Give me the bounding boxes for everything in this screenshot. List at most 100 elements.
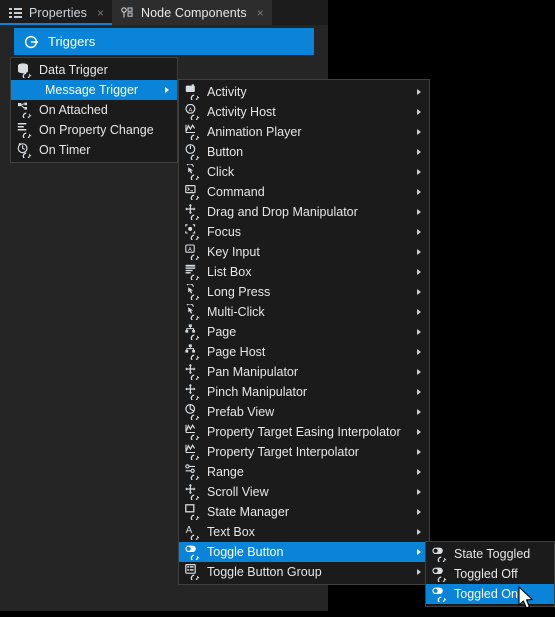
trigger-menu-item[interactable]: Message Trigger (11, 80, 177, 100)
chevron-right-icon (417, 169, 421, 175)
close-icon[interactable]: × (257, 7, 264, 19)
message-trigger-menu-item[interactable]: Toggle Button (179, 542, 429, 562)
chevron-right-icon (417, 449, 421, 455)
chevron-right-icon (417, 189, 421, 195)
svg-text:A: A (188, 247, 192, 253)
page-icon (185, 344, 201, 360)
tab-node-components-label: Node Components (141, 5, 247, 20)
list-box-icon (185, 264, 201, 280)
message-trigger-menu-item-label: Prefab View (207, 405, 275, 419)
message-trigger-menu-item[interactable]: Command (179, 182, 429, 202)
tab-active-underline (0, 23, 112, 25)
manipulator-icon (185, 204, 201, 220)
message-trigger-menu-item[interactable]: Page (179, 322, 429, 342)
trigger-menu-item-label: On Property Change (39, 123, 154, 137)
page-icon (185, 324, 201, 340)
message-trigger-menu-item-label: Scroll View (207, 485, 269, 499)
toggle-button-menu-item[interactable]: Toggled Off (426, 564, 554, 584)
message-trigger-menu-item[interactable]: Activity (179, 82, 429, 102)
message-trigger-menu-item-label: Page Host (207, 345, 266, 359)
message-trigger-menu-item[interactable]: Toggle Button Group (179, 562, 429, 582)
message-trigger-menu-item[interactable]: Pan Manipulator (179, 362, 429, 382)
tab-properties[interactable]: Properties × (0, 0, 112, 25)
chevron-right-icon (417, 109, 421, 115)
toggle-button-menu-item[interactable]: Toggled On (426, 584, 554, 604)
trigger-menu-item[interactable]: Data Trigger (11, 60, 177, 80)
animation-player-icon (185, 124, 201, 140)
chevron-right-icon (417, 569, 421, 575)
message-trigger-menu-item[interactable]: Multi-Click (179, 302, 429, 322)
message-trigger-menu-item-label: Range (207, 465, 244, 479)
message-trigger-menu-item[interactable]: Range (179, 462, 429, 482)
message-trigger-menu-item[interactable]: Drag and Drop Manipulator (179, 202, 429, 222)
on-attached-icon (17, 102, 33, 118)
message-trigger-menu-item-label: Long Press (207, 285, 271, 299)
triggers-header[interactable]: Triggers (14, 28, 314, 55)
message-trigger-menu-item[interactable]: Animation Player (179, 122, 429, 142)
message-trigger-menu-item[interactable]: Scroll View (179, 482, 429, 502)
message-trigger-menu-item[interactable]: Page Host (179, 342, 429, 362)
message-trigger-menu: Activity A Activity Host Animation Player Bu… (178, 79, 430, 585)
message-trigger-menu-item[interactable]: Property Target Interpolator (179, 442, 429, 462)
toggle-button-group-icon (185, 564, 201, 580)
message-trigger-menu-item-label: Pan Manipulator (207, 365, 299, 379)
message-trigger-menu-item-label: List Box (207, 265, 252, 279)
toggle-button-menu-item-label: Toggled Off (454, 567, 518, 581)
message-trigger-menu-item[interactable]: Property Target Easing Interpolator (179, 422, 429, 442)
message-trigger-menu-item[interactable]: Button (179, 142, 429, 162)
chevron-right-icon (417, 369, 421, 375)
message-trigger-menu-item[interactable]: Focus (179, 222, 429, 242)
message-trigger-menu-item[interactable]: Pinch Manipulator (179, 382, 429, 402)
chevron-right-icon (165, 87, 169, 93)
triggers-header-label: Triggers (48, 34, 96, 49)
message-trigger-menu-item[interactable]: A Activity Host (179, 102, 429, 122)
message-trigger-menu-item[interactable]: A Text Box (179, 522, 429, 542)
command-icon (185, 184, 201, 200)
svg-text:A: A (189, 107, 193, 113)
toggle-button-menu-item[interactable]: State Toggled (426, 544, 554, 564)
activity-host-icon: A (185, 104, 201, 120)
message-trigger-menu-item-label: Text Box (207, 525, 255, 539)
message-trigger-menu-item-label: Animation Player (207, 125, 302, 139)
trigger-menu: Data Trigger Message Trigger On Attached On… (10, 57, 178, 163)
toggle-button-icon (432, 546, 448, 562)
toggle-button-icon (432, 566, 448, 582)
trigger-menu-item[interactable]: On Property Change (11, 120, 177, 140)
svg-text:A: A (186, 525, 193, 536)
message-trigger-menu-item[interactable]: List Box (179, 262, 429, 282)
chevron-right-icon (417, 529, 421, 535)
toggle-button-menu-item-label: Toggled On (454, 587, 518, 601)
message-trigger-menu-item[interactable]: Prefab View (179, 402, 429, 422)
close-icon[interactable]: × (97, 7, 104, 19)
click-icon (185, 164, 201, 180)
prefab-view-icon (185, 404, 201, 420)
focus-icon (185, 224, 201, 240)
trigger-menu-item[interactable]: On Timer (11, 140, 177, 160)
manipulator-icon (185, 364, 201, 380)
message-trigger-menu-item-label: Button (207, 145, 244, 159)
tab-node-components[interactable]: Node Components × (112, 0, 272, 25)
message-trigger-menu-item-label: Command (207, 185, 265, 199)
message-trigger-menu-item[interactable]: Long Press (179, 282, 429, 302)
text-box-icon: A (185, 524, 201, 540)
animation-player-icon (185, 444, 201, 460)
chevron-right-icon (417, 329, 421, 335)
chevron-right-icon (417, 149, 421, 155)
message-trigger-menu-item[interactable]: State Manager (179, 502, 429, 522)
click-icon (185, 284, 201, 300)
message-trigger-menu-item[interactable]: A Key Input (179, 242, 429, 262)
message-trigger-menu-item-label: Toggle Button Group (207, 565, 322, 579)
node-components-icon (121, 6, 135, 19)
key-input-icon: A (185, 244, 201, 260)
chevron-right-icon (417, 349, 421, 355)
chevron-right-icon (417, 289, 421, 295)
message-trigger-menu-item-label: Pinch Manipulator (207, 385, 308, 399)
message-trigger-menu-item-label: Click (207, 165, 235, 179)
toggle-button-icon (432, 586, 448, 602)
trigger-menu-item[interactable]: On Attached (11, 100, 177, 120)
message-trigger-menu-item[interactable]: Click (179, 162, 429, 182)
message-trigger-menu-item-label: Property Target Interpolator (207, 445, 359, 459)
toggle-button-menu-item-label: State Toggled (454, 547, 531, 561)
on-property-change-icon (17, 122, 33, 138)
chevron-right-icon (417, 209, 421, 215)
